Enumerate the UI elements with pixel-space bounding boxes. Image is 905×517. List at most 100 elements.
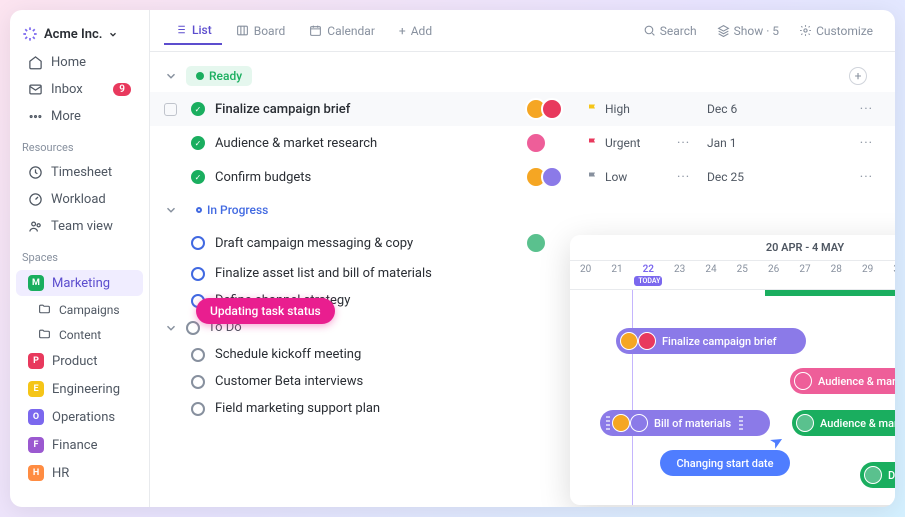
row-actions[interactable]: ···: [860, 102, 873, 117]
assignees[interactable]: [525, 98, 569, 120]
due-date[interactable]: Jan 1: [707, 136, 767, 150]
board-icon: [236, 23, 249, 38]
calendar-icon: [309, 23, 322, 38]
status-update-tooltip: Updating task status: [196, 298, 335, 324]
gantt-day: 23: [664, 261, 695, 289]
space-marketing[interactable]: M Marketing: [16, 270, 143, 296]
gantt-panel: 20 APR - 4 MAY 202122TODAY23242526272829…: [570, 235, 895, 505]
space-label: Operations: [52, 410, 115, 425]
nav-workload[interactable]: Workload: [16, 187, 143, 212]
space-label: Marketing: [52, 276, 110, 291]
gantt-day: 28: [821, 261, 852, 289]
space-label: HR: [52, 466, 69, 481]
space-product[interactable]: PProduct: [16, 348, 143, 374]
task-name: Customer Beta interviews: [215, 374, 515, 389]
space-operations[interactable]: OOperations: [16, 404, 143, 430]
view-add[interactable]: + Add: [389, 18, 442, 44]
folder-icon: [38, 327, 51, 342]
gantt-day: 20: [570, 261, 601, 289]
nav-label: Inbox: [51, 82, 83, 97]
task-name: Audience & market research: [215, 136, 515, 151]
search-button[interactable]: Search: [635, 19, 705, 42]
gantt-bar[interactable]: Bill of materials: [600, 410, 770, 436]
gantt-bar[interactable]: Draft campaign messaging: [860, 462, 895, 488]
task-row[interactable]: ✓ Audience & market research Urgent ··· …: [150, 126, 895, 160]
nav-teamview[interactable]: Team view: [16, 214, 143, 239]
due-date[interactable]: Dec 6: [707, 102, 767, 116]
space-badge: E: [28, 381, 44, 397]
status-check-icon[interactable]: [191, 236, 205, 250]
assignees[interactable]: [525, 166, 569, 188]
assignees[interactable]: [525, 232, 569, 254]
row-actions[interactable]: ···: [860, 136, 873, 151]
gantt-bar[interactable]: Audience & market research: [790, 368, 895, 394]
view-calendar[interactable]: Calendar: [299, 17, 385, 44]
status-check-icon[interactable]: ✓: [191, 136, 205, 150]
gear-icon: [799, 23, 812, 38]
space-hr[interactable]: H HR: [16, 460, 143, 486]
cell-more[interactable]: ···: [677, 136, 697, 151]
gantt-day: 25: [727, 261, 758, 289]
flag-icon: [587, 137, 599, 149]
status-check-icon[interactable]: [191, 267, 205, 281]
chevron-down-icon: [108, 27, 118, 42]
nav-more[interactable]: More: [16, 104, 143, 129]
priority[interactable]: Low: [587, 170, 667, 184]
group-progress-header[interactable]: In Progress: [150, 194, 895, 226]
drag-handle-icon[interactable]: [606, 416, 610, 430]
space-engineering[interactable]: E Engineering: [16, 376, 143, 402]
task-row[interactable]: ✓ Finalize campaign brief High Dec 6 ···: [150, 92, 895, 126]
chevron-down-icon[interactable]: [164, 69, 178, 83]
folder-label: Campaigns: [59, 303, 120, 317]
drag-handle-icon[interactable]: [739, 416, 743, 430]
folder-content[interactable]: Content: [10, 323, 149, 346]
status-check-icon[interactable]: [191, 402, 205, 416]
gantt-bar[interactable]: Audience & market research: [792, 410, 895, 436]
workspace-switcher[interactable]: Acme Inc.: [10, 20, 149, 48]
add-task-button[interactable]: +: [849, 67, 867, 85]
gantt-baseline: [765, 290, 895, 296]
space-finance[interactable]: FFinance: [16, 432, 143, 458]
status-check-icon[interactable]: [191, 375, 205, 389]
folder-label: Content: [59, 328, 101, 342]
priority[interactable]: High: [587, 102, 667, 116]
nav-label: Timesheet: [51, 165, 112, 180]
assignees[interactable]: [525, 132, 569, 154]
row-actions[interactable]: ···: [860, 170, 873, 185]
view-board[interactable]: Board: [226, 17, 296, 44]
task-name: Finalize asset list and bill of material…: [215, 266, 515, 281]
space-label: Engineering: [52, 382, 120, 397]
cell-more[interactable]: ···: [677, 170, 697, 185]
home-icon: [28, 55, 43, 70]
select-checkbox[interactable]: [164, 103, 177, 116]
nav-label: Team view: [51, 219, 113, 234]
status-check-icon[interactable]: ✓: [191, 170, 205, 184]
app-frame: Acme Inc. Home Inbox 9 More Resources Ti…: [10, 10, 895, 507]
chevron-down-icon[interactable]: [164, 321, 178, 335]
status-check-icon[interactable]: ✓: [191, 102, 205, 116]
status-check-icon[interactable]: [191, 348, 205, 362]
customize-button[interactable]: Customize: [791, 19, 881, 42]
plus-icon: +: [399, 24, 406, 38]
status-progress-pill: In Progress: [186, 200, 278, 220]
nav-inbox[interactable]: Inbox 9: [16, 77, 143, 102]
view-list[interactable]: List: [164, 16, 222, 45]
gantt-day: 26: [758, 261, 789, 289]
space-badge: H: [28, 465, 44, 481]
group-ready-header[interactable]: Ready +: [150, 60, 895, 92]
layers-icon: [717, 23, 730, 38]
chevron-down-icon[interactable]: [164, 203, 178, 217]
main-panel: List Board Calendar + Add Search Show ·: [150, 10, 895, 507]
list-icon: [174, 22, 187, 37]
folder-campaigns[interactable]: Campaigns: [10, 298, 149, 321]
nav-home[interactable]: Home: [16, 50, 143, 75]
today-line: [632, 290, 633, 505]
task-name: Schedule kickoff meeting: [215, 347, 515, 362]
priority[interactable]: Urgent: [587, 136, 667, 150]
due-date[interactable]: Dec 25: [707, 170, 767, 184]
task-row[interactable]: ✓ Confirm budgets Low ··· Dec 25 ···: [150, 160, 895, 194]
gantt-bar[interactable]: Finalize campaign brief: [616, 328, 806, 354]
show-button[interactable]: Show · 5: [709, 19, 787, 42]
gantt-day: 30: [883, 261, 895, 289]
nav-timesheet[interactable]: Timesheet: [16, 160, 143, 185]
